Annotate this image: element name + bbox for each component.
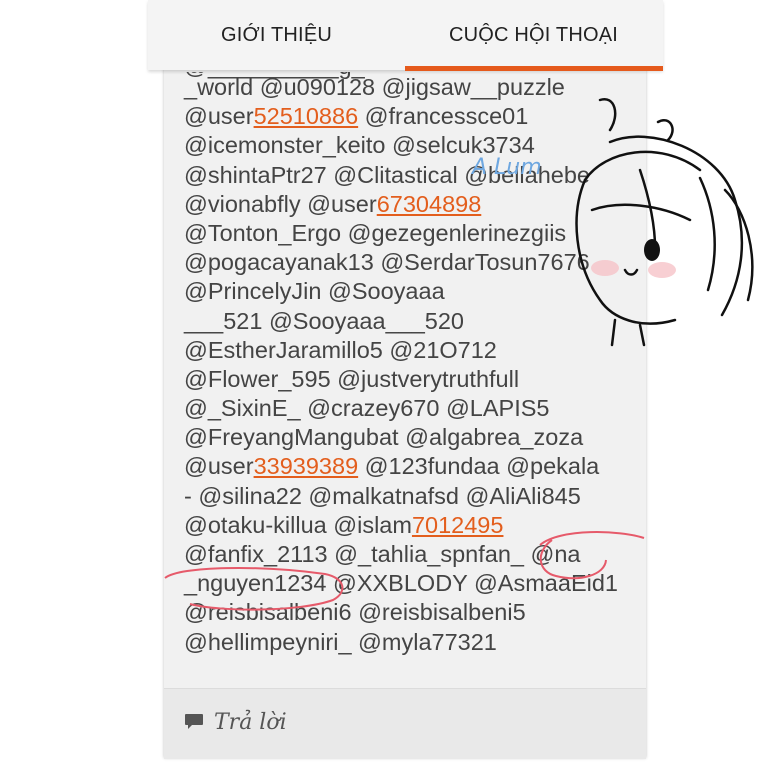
message-line: @_SixinE_ @crazey670 @LAPIS5	[184, 394, 618, 423]
mention-text: @shintaPtr27 @Clitastical @bellahebe	[184, 161, 590, 188]
user-number-link[interactable]: 67304898	[377, 191, 482, 217]
mention-text: @Flower_595 @justverytruthfull	[184, 365, 520, 392]
tab-bar: GIỚI THIỆU CUỘC HỘI THOẠI	[148, 0, 663, 71]
mention-text: @user	[184, 103, 254, 130]
mention-text: @vionabfly @user	[184, 190, 377, 217]
message-body: @__________g_ _world @u090128 @jigsaw__p…	[164, 72, 646, 684]
mention-text: @EstherJaramillo5 @21O712	[184, 336, 497, 363]
active-tab-indicator	[405, 66, 663, 71]
tab-intro-label: GIỚI THIỆU	[220, 23, 332, 46]
message-line: @PrincelyJin @Sooyaaa	[184, 277, 618, 306]
speech-bubble-icon	[185, 714, 203, 729]
tab-intro[interactable]: GIỚI THIỆU	[148, 0, 405, 70]
mention-text: @pogacayanak13 @SerdarTosun7676	[184, 249, 590, 276]
mention-text: @123fundaa @pekala	[358, 453, 600, 480]
message-line: @Flower_595 @justverytruthfull	[184, 365, 618, 394]
mention-text: @otaku-killua @islam	[184, 511, 412, 538]
message-line: @Tonton_Ergo @gezegenlerinezgiis	[184, 219, 618, 248]
message-line: @vionabfly @user67304898	[184, 190, 618, 219]
mention-list: _world @u090128 @jigsaw__puzzle @user5251…	[184, 73, 618, 657]
mention-text: _nguyen1234 @XXBLODY @AsmaaEid1	[184, 570, 618, 597]
reply-label[interactable]: Trả lời	[214, 710, 287, 735]
message-line: - @silina22 @malkatnafsd @AliAli845	[184, 482, 618, 511]
message-line: @shintaPtr27 @Clitastical @bellahebe	[184, 161, 618, 190]
message-line: _nguyen1234 @XXBLODY @AsmaaEid1	[184, 569, 618, 598]
message-line: @user52510886 @francessce01	[184, 102, 618, 131]
user-number-link[interactable]: 52510886	[254, 103, 359, 129]
mention-text: @PrincelyJin @Sooyaaa	[184, 278, 445, 305]
mention-text: @Tonton_Ergo @gezegenlerinezgiis	[184, 219, 567, 246]
user-number-link[interactable]: 7012495	[412, 512, 504, 538]
message-line: @pogacayanak13 @SerdarTosun7676	[184, 248, 618, 277]
mention-text: @user	[184, 453, 254, 480]
message-line: @otaku-killua @islam7012495	[184, 511, 618, 540]
tab-conversation-label: CUỘC HỘI THOẠI	[448, 23, 619, 46]
tab-conversation[interactable]: CUỘC HỘI THOẠI	[405, 0, 662, 70]
mention-text: @_SixinE_ @crazey670 @LAPIS5	[184, 395, 550, 422]
message-line: @FreyangMangubat @algabrea_zoza	[184, 423, 618, 452]
message-line: @user33939389 @123fundaa @pekala	[184, 452, 618, 481]
message-line: ___521 @Sooyaaa___520	[184, 307, 618, 336]
mention-text: @hellimpeyniri_ @myla77321	[184, 628, 497, 655]
reply-bar[interactable]: Trả lời	[164, 688, 646, 759]
message-line: @icemonster_keito @selcuk3734	[184, 131, 618, 160]
mention-text: - @silina22 @malkatnafsd @AliAli845	[184, 482, 581, 509]
mention-text: @FreyangMangubat @algabrea_zoza	[184, 424, 584, 451]
user-number-link[interactable]: 33939389	[254, 453, 359, 479]
mention-text: @fanfix_2113 @_tahlia_spnfan_ @na	[184, 541, 581, 567]
message-line: @reisbisalbeni6 @reisbisalbeni5	[184, 598, 618, 627]
mention-text: _world @u090128 @jigsaw__puzzle	[184, 74, 565, 100]
message-line: @fanfix_2113 @_tahlia_spnfan_ @na	[184, 540, 618, 569]
mention-text: ___521 @Sooyaaa___520	[184, 307, 464, 334]
mention-text: @icemonster_keito @selcuk3734	[184, 132, 535, 159]
mention-text: @reisbisalbeni6 @reisbisalbeni5	[184, 599, 526, 626]
message-line: @EstherJaramillo5 @21O712	[184, 336, 618, 365]
message-line: _world @u090128 @jigsaw__puzzle	[184, 73, 618, 102]
message-line: @hellimpeyniri_ @myla77321	[184, 628, 618, 657]
mention-text: @francessce01	[358, 103, 529, 130]
